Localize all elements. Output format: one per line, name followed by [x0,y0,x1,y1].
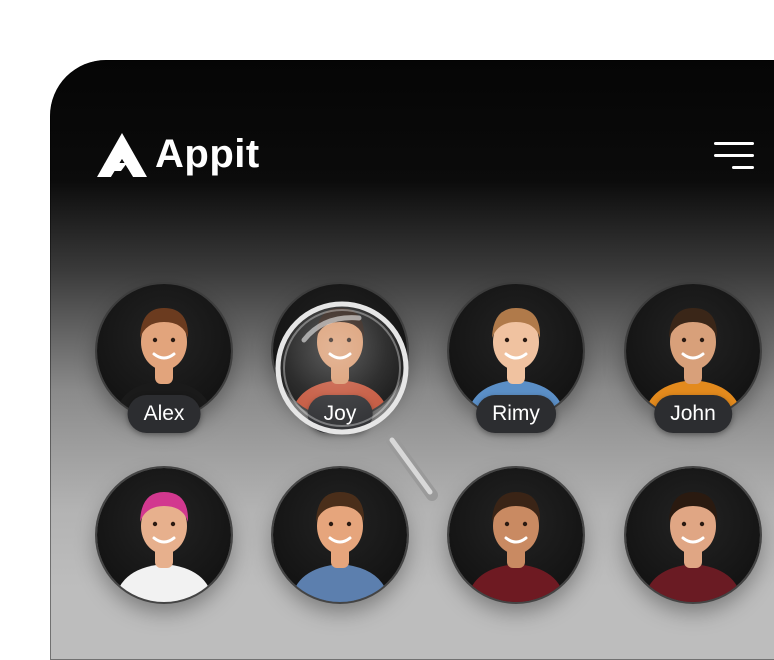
contact-name-label: Joy [307,395,373,433]
contact-card[interactable] [449,468,583,618]
contact-card[interactable]: Rimy [449,284,583,434]
menu-line [714,142,754,145]
person-portrait-icon [291,492,389,602]
person-portrait-icon [644,492,742,602]
app-header: Appit [50,60,774,210]
contact-card[interactable]: John [626,284,760,434]
menu-line [732,166,754,169]
avatar [449,468,583,602]
hamburger-menu-button[interactable] [710,140,754,176]
avatar [97,468,231,602]
contact-card[interactable] [626,468,760,618]
person-portrait-icon [115,492,213,602]
contact-card[interactable]: Alex [97,284,231,434]
avatar [273,468,407,602]
contact-card[interactable] [97,468,231,618]
contact-name-label: Alex [127,395,201,433]
contact-name-label: John [654,395,732,433]
menu-line [714,154,754,157]
avatar [626,468,760,602]
app-screen: Appit Alex Joy Rimy John [50,60,774,660]
contact-card[interactable]: Joy [273,284,407,434]
contact-name-label: Rimy [476,395,556,433]
app-logo[interactable]: Appit [97,132,260,177]
app-title: Appit [155,132,260,176]
contact-card[interactable] [273,468,407,618]
person-portrait-icon [467,492,565,602]
appit-logo-icon [97,132,147,177]
